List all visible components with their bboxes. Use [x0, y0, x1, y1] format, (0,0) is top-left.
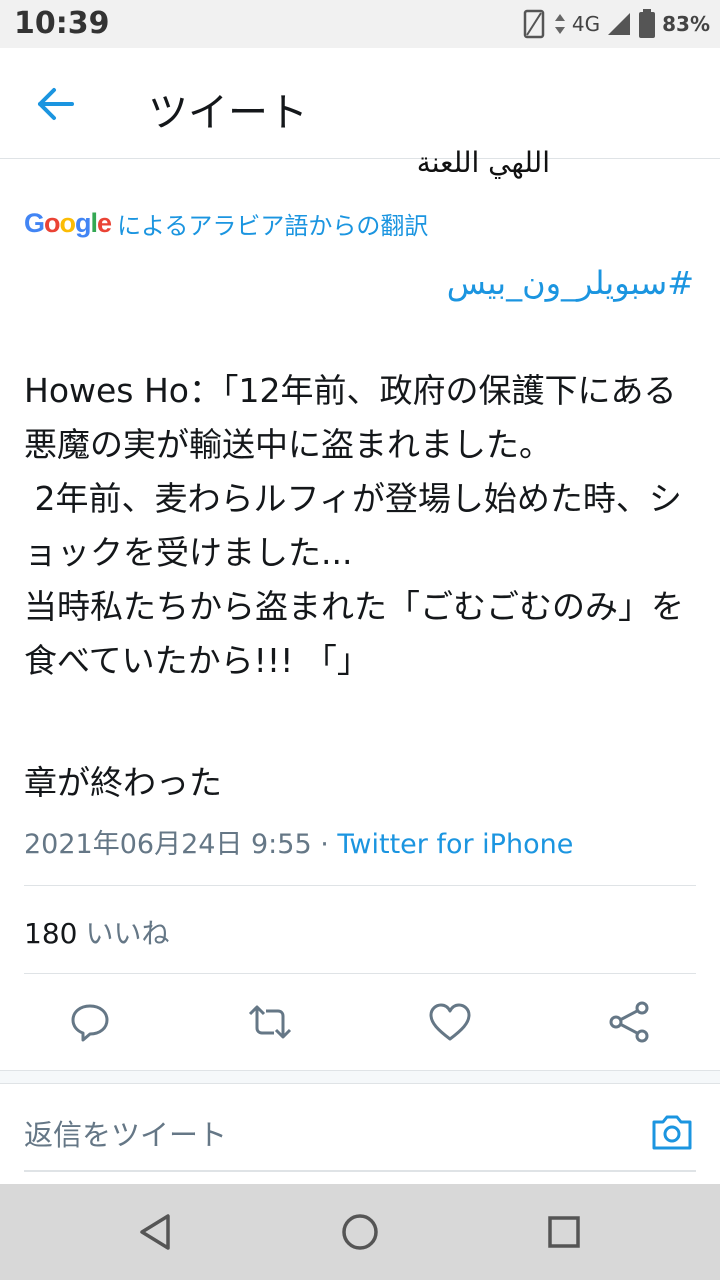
heart-icon[interactable]	[426, 998, 474, 1046]
google-logo: Google	[24, 208, 112, 238]
page-title: ツイート	[148, 90, 308, 136]
reply-icon[interactable]	[66, 998, 114, 1046]
arabic-text-fragment: اللهي اللعنة	[416, 146, 550, 179]
divider	[24, 973, 696, 974]
tweet-source-link[interactable]: Twitter for iPhone	[337, 829, 573, 860]
hashtag-link[interactable]: #سبويلر_ون_بيس	[447, 264, 694, 302]
vibrate-icon	[523, 9, 545, 39]
nav-back-icon[interactable]	[132, 1208, 180, 1256]
data-arrows-icon	[554, 14, 565, 34]
battery-percent: 83%	[662, 12, 710, 36]
translation-link[interactable]: Google によるアラビア語からの翻訳	[24, 206, 428, 241]
meta-separator: ·	[311, 829, 338, 860]
system-nav-bar	[0, 1184, 720, 1280]
share-icon[interactable]	[606, 998, 654, 1046]
status-bar: 10:39 4G 83%	[0, 0, 720, 48]
tweet-timestamp: 2021年06月24日 9:55	[24, 829, 312, 860]
network-type: 4G	[571, 12, 601, 36]
signal-icon	[608, 13, 631, 35]
tweet-actions	[0, 990, 720, 1060]
reply-underline	[24, 1170, 696, 1172]
status-icons: 4G 83%	[522, 6, 710, 42]
retweet-icon[interactable]	[246, 998, 294, 1046]
nav-home-icon[interactable]	[336, 1208, 384, 1256]
reply-input[interactable]: 返信をツイート	[24, 1112, 227, 1154]
tweet-meta: 2021年06月24日 9:55 · Twitter for iPhone	[24, 822, 573, 861]
nav-recents-icon[interactable]	[540, 1208, 588, 1256]
section-divider	[0, 1070, 720, 1084]
camera-icon[interactable]	[648, 1108, 696, 1156]
status-time: 10:39	[14, 6, 110, 41]
tweet-body: Howes Ho：「12年前、政府の保護下にある悪魔の実が輸送中に盗まれました。…	[24, 371, 684, 680]
app-header: ツイート	[0, 48, 720, 159]
arrow-left-icon[interactable]	[28, 76, 84, 132]
translation-label: によるアラビア語からの翻訳	[117, 212, 429, 240]
battery-icon	[639, 9, 656, 38]
likes-label: いいね	[85, 917, 170, 950]
likes-count: 180	[24, 917, 78, 950]
likes-summary[interactable]: 180 いいね	[24, 912, 169, 952]
divider	[24, 885, 696, 886]
tweet-ending: 章が終わった	[24, 763, 222, 802]
